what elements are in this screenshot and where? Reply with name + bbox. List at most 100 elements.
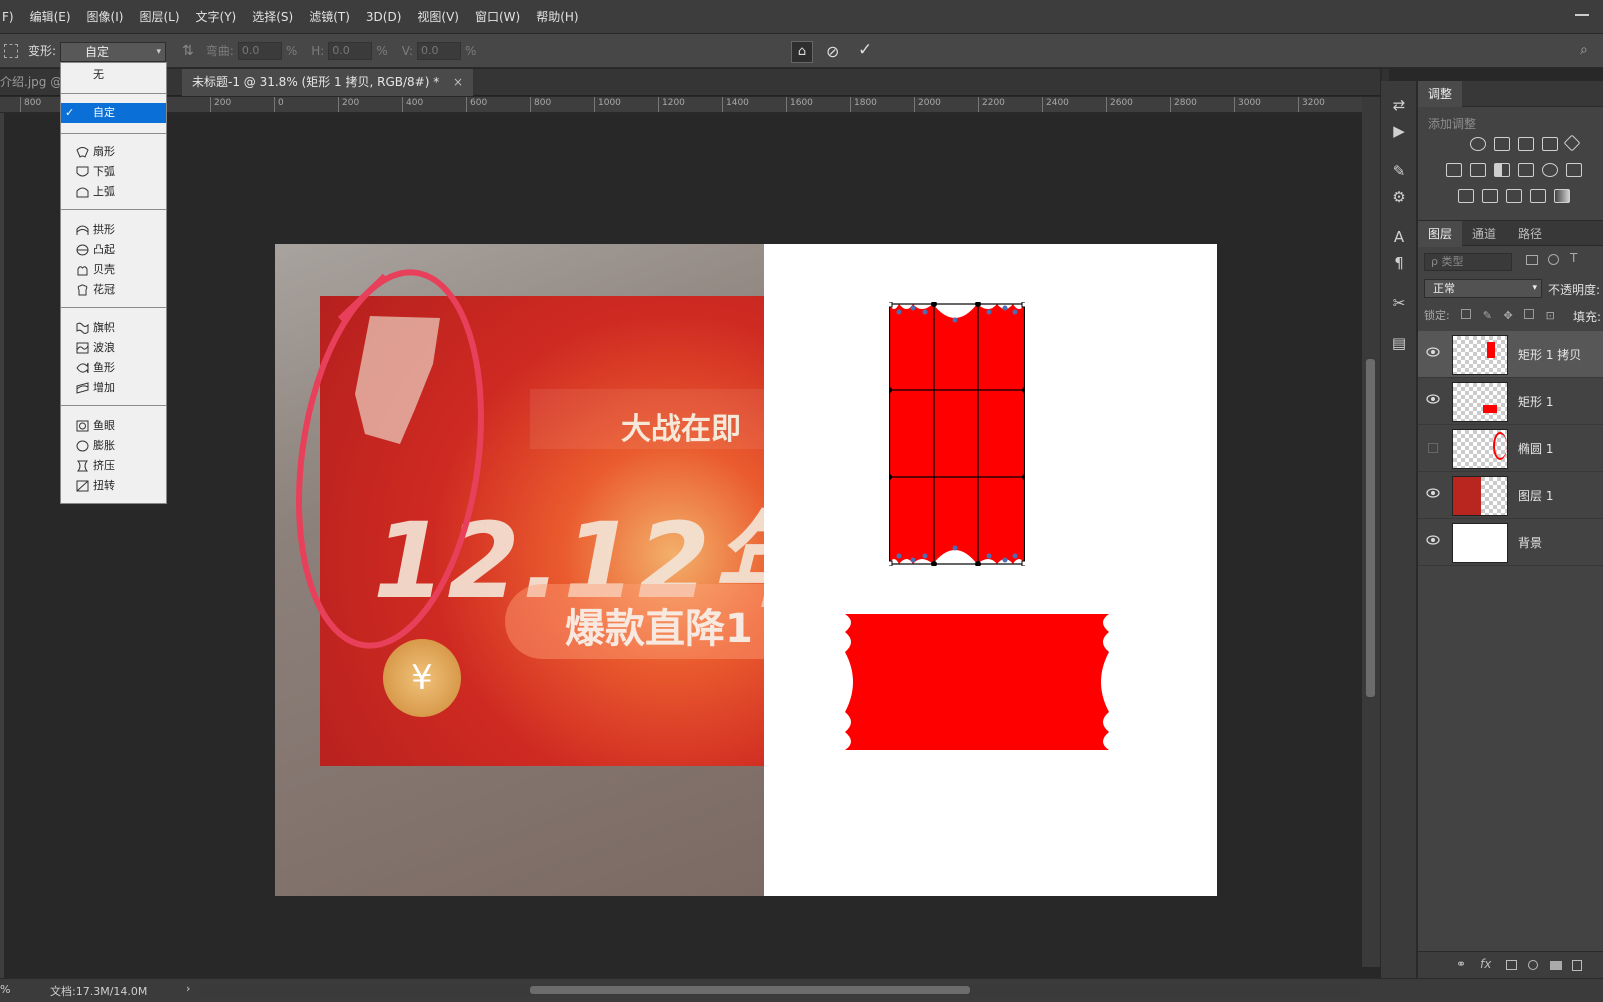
layer-style-icon[interactable]: fx	[1480, 957, 1491, 971]
horizontal-scrollbar[interactable]	[200, 984, 1360, 996]
photo-filter-icon[interactable]	[1518, 163, 1534, 177]
close-icon[interactable]: ×	[453, 75, 463, 89]
character-icon[interactable]: A	[1389, 227, 1409, 247]
visibility-off-box[interactable]	[1428, 443, 1438, 453]
exposure-icon[interactable]	[1542, 137, 1558, 151]
posterize-icon[interactable]	[1482, 189, 1498, 203]
warp-option-custom[interactable]: ✓ 自定	[61, 103, 166, 123]
menu-layer[interactable]: 图层(L)	[131, 8, 187, 25]
tool-presets-icon[interactable]: ✂	[1389, 293, 1409, 313]
warp-option-inflate[interactable]: 膨胀	[61, 436, 166, 456]
horizontal-ruler[interactable]: 800 200 0 200 400 600 800 1000 1200 1400…	[0, 97, 1363, 113]
menu-3d[interactable]: 3D(D)	[358, 10, 409, 24]
tab-channels[interactable]: 通道	[1462, 221, 1506, 247]
warp-option-arc-lower[interactable]: 下弧	[61, 162, 166, 182]
menu-file[interactable]: F)	[0, 10, 22, 24]
selective-color-icon[interactable]	[1530, 189, 1546, 203]
warp-option-twist[interactable]: 扭转	[61, 476, 166, 496]
eye-icon[interactable]	[1426, 535, 1440, 545]
warp-style-select[interactable]: 自定 ▾	[60, 42, 166, 62]
tab-paths[interactable]: 路径	[1508, 221, 1552, 247]
search-icon[interactable]: ⌕	[1580, 42, 1588, 58]
new-adjustment-icon[interactable]	[1528, 960, 1538, 970]
actions-play-icon[interactable]: ▶	[1389, 121, 1409, 141]
eye-icon[interactable]	[1426, 488, 1440, 498]
properties-icon[interactable]: ▤	[1389, 333, 1409, 353]
warped-rectangle-copy[interactable]	[889, 302, 1025, 566]
menu-edit[interactable]: 编辑(E)	[22, 8, 79, 25]
warp-option-shell[interactable]: 贝壳	[61, 260, 166, 280]
gradient-map-icon[interactable]	[1554, 189, 1570, 203]
brightness-icon[interactable]	[1470, 137, 1486, 151]
channel-mixer-icon[interactable]	[1542, 163, 1558, 177]
vertical-scroll-thumb[interactable]	[1366, 359, 1375, 697]
brush-icon[interactable]: ✎	[1389, 161, 1409, 181]
horizontal-scroll-thumb[interactable]	[530, 986, 970, 994]
lock-transparent-icon[interactable]	[1461, 309, 1472, 319]
warp-option-fish[interactable]: 鱼形	[61, 358, 166, 378]
puppet-warp-icon[interactable]: ⌂	[791, 41, 813, 63]
paragraph-icon[interactable]: ¶	[1389, 253, 1409, 273]
lock-position-icon[interactable]: ✥	[1503, 309, 1512, 322]
layer-row-layer1[interactable]: 图层 1	[1418, 472, 1603, 519]
lock-artboard-icon[interactable]	[1524, 309, 1535, 319]
h-input[interactable]: 0.0	[328, 41, 373, 60]
tab-untitled-1[interactable]: 未标题-1 @ 31.8% (矩形 1 拷贝, RGB/8#) * ×	[182, 69, 474, 96]
warp-option-bulge[interactable]: 凸起	[61, 240, 166, 260]
rectangle-1-ticket[interactable]	[845, 614, 1109, 750]
history-icon[interactable]: ⇄	[1389, 95, 1409, 115]
filter-adjust-icon[interactable]	[1548, 254, 1559, 265]
warp-option-rise[interactable]: 增加	[61, 378, 166, 398]
bend-input[interactable]: 0.0	[237, 41, 282, 60]
layer-row-ellipse1[interactable]: 椭圆 1	[1418, 425, 1603, 472]
warp-option-squeeze[interactable]: 挤压	[61, 456, 166, 476]
blend-mode-select[interactable]: 正常 ▾	[1424, 279, 1542, 298]
lock-all-icon[interactable]: ⊡	[1546, 309, 1555, 322]
warp-option-flag[interactable]: 旗帜	[61, 318, 166, 338]
eye-icon[interactable]	[1426, 347, 1440, 357]
zoom-level[interactable]: %	[0, 983, 10, 996]
menu-type[interactable]: 文字(Y)	[188, 8, 245, 25]
warp-option-wave[interactable]: 波浪	[61, 338, 166, 358]
hue-saturation-icon[interactable]	[1446, 163, 1462, 177]
add-mask-icon[interactable]	[1506, 960, 1517, 970]
layer-filter-select[interactable]: ρ 类型	[1424, 253, 1512, 271]
layer-row-rect1-copy[interactable]: 矩形 1 拷贝	[1418, 331, 1603, 378]
menu-view[interactable]: 视图(V)	[409, 8, 467, 25]
tab-layers[interactable]: 图层	[1418, 221, 1463, 247]
v-input[interactable]: 0.0	[417, 41, 461, 60]
photo-layer-1[interactable]: 大战在即 12.12年 爆款直降1 ¥ ‹	[275, 244, 764, 896]
document-size[interactable]: 文档:17.3M/14.0M	[50, 983, 147, 999]
minimize-icon[interactable]	[1575, 14, 1589, 16]
warp-option-arc-upper[interactable]: 上弧	[61, 182, 166, 202]
layer-row-background[interactable]: 背景	[1418, 519, 1603, 566]
warp-option-fisheye[interactable]: 鱼眼	[61, 416, 166, 436]
threshold-icon[interactable]	[1506, 189, 1522, 203]
color-balance-icon[interactable]	[1470, 163, 1486, 177]
new-group-icon[interactable]	[1550, 961, 1562, 970]
curves-icon[interactable]	[1518, 137, 1534, 151]
link-layers-icon[interactable]: ⚭	[1456, 957, 1466, 971]
warp-option-arc[interactable]: 扇形	[61, 142, 166, 162]
vertical-scrollbar[interactable]	[1362, 97, 1380, 967]
status-menu-arrow-icon[interactable]: ›	[186, 982, 190, 995]
menu-help[interactable]: 帮助(H)	[528, 8, 586, 25]
lock-image-icon[interactable]: ✎	[1483, 309, 1492, 322]
warp-option-arch[interactable]: 拱形	[61, 220, 166, 240]
layer-name[interactable]: 图层 1	[1518, 487, 1553, 504]
levels-icon[interactable]	[1494, 137, 1510, 151]
transform-tool-icon[interactable]	[4, 43, 18, 58]
eye-icon[interactable]	[1426, 394, 1440, 404]
new-layer-icon[interactable]	[1572, 960, 1582, 971]
menu-filter[interactable]: 滤镜(T)	[301, 8, 358, 25]
menu-window[interactable]: 窗口(W)	[467, 8, 528, 25]
black-white-icon[interactable]	[1494, 163, 1510, 177]
warp-option-flower[interactable]: 花冠	[61, 280, 166, 300]
layer-name[interactable]: 矩形 1	[1518, 393, 1553, 410]
commit-transform-icon[interactable]: ✓	[858, 40, 872, 60]
color-lookup-icon[interactable]	[1566, 163, 1582, 177]
filter-text-icon[interactable]: T	[1570, 251, 1577, 265]
layer-name[interactable]: 椭圆 1	[1518, 440, 1553, 457]
vibrance-icon[interactable]	[1563, 134, 1581, 152]
cancel-transform-icon[interactable]: ⊘	[826, 42, 839, 61]
